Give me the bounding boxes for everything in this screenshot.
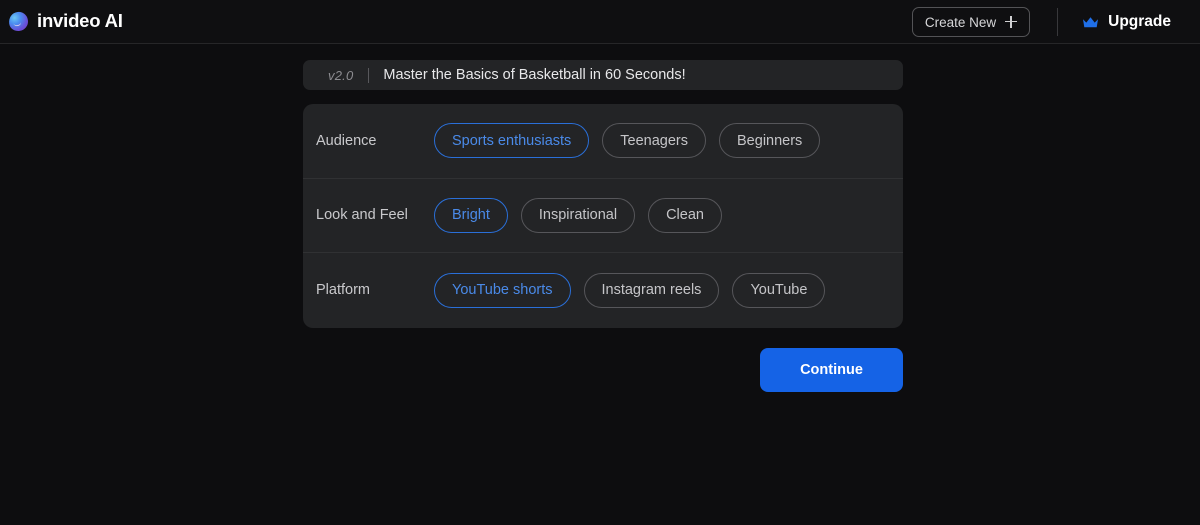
option-row-look-and-feel: Look and Feel Bright Inspirational Clean	[303, 179, 903, 253]
continue-button[interactable]: Continue	[760, 347, 903, 392]
upgrade-label: Upgrade	[1108, 13, 1171, 30]
choice-pill-instagram-reels[interactable]: Instagram reels	[583, 272, 720, 308]
option-choices: Sports enthusiasts Teenagers Beginners	[434, 123, 821, 159]
plus-icon	[1005, 16, 1018, 28]
options-card: Audience Sports enthusiasts Teenagers Be…	[303, 104, 903, 328]
choice-pill-bright[interactable]: Bright	[434, 197, 508, 233]
invideo-blob-logo-icon	[7, 10, 30, 33]
option-row-audience: Audience Sports enthusiasts Teenagers Be…	[303, 104, 903, 179]
upgrade-button[interactable]: Upgrade	[1082, 13, 1171, 31]
choice-pill-youtube-shorts[interactable]: YouTube shorts	[434, 272, 571, 308]
project-title-bar[interactable]: v2.0 Master the Basics of Basketball in …	[303, 60, 903, 90]
crown-icon	[1083, 16, 1099, 27]
version-label: v2.0	[328, 67, 354, 83]
title-separator	[368, 67, 370, 83]
option-row-platform: Platform YouTube shorts Instagram reels …	[303, 253, 903, 328]
header-divider	[1057, 8, 1059, 36]
option-choices: YouTube shorts Instagram reels YouTube	[434, 272, 826, 308]
option-choices: Bright Inspirational Clean	[434, 197, 722, 233]
brand-name: invideo AI	[37, 10, 123, 32]
create-new-button[interactable]: Create New	[911, 7, 1031, 37]
header-actions: Create New Upgrade	[911, 0, 1200, 44]
main-content: v2.0 Master the Basics of Basketball in …	[0, 44, 1200, 525]
create-new-label: Create New	[924, 14, 997, 30]
choice-pill-teenagers[interactable]: Teenagers	[602, 123, 707, 159]
choice-pill-youtube[interactable]: YouTube	[732, 272, 826, 308]
choice-pill-clean[interactable]: Clean	[648, 197, 722, 233]
app-header: invideo AI Create New Upgrade	[0, 0, 1200, 44]
choice-pill-inspirational[interactable]: Inspirational	[520, 197, 636, 233]
option-label: Audience	[316, 132, 377, 149]
option-label: Platform	[316, 282, 370, 299]
brand: invideo AI	[7, 10, 123, 33]
footer-actions: Continue	[303, 347, 903, 392]
workflow-panel: v2.0 Master the Basics of Basketball in …	[303, 60, 903, 392]
choice-pill-sports-enthusiasts[interactable]: Sports enthusiasts	[434, 123, 590, 159]
choice-pill-beginners[interactable]: Beginners	[719, 123, 821, 159]
page-title: Master the Basics of Basketball in 60 Se…	[383, 67, 686, 83]
option-label: Look and Feel	[316, 207, 408, 224]
